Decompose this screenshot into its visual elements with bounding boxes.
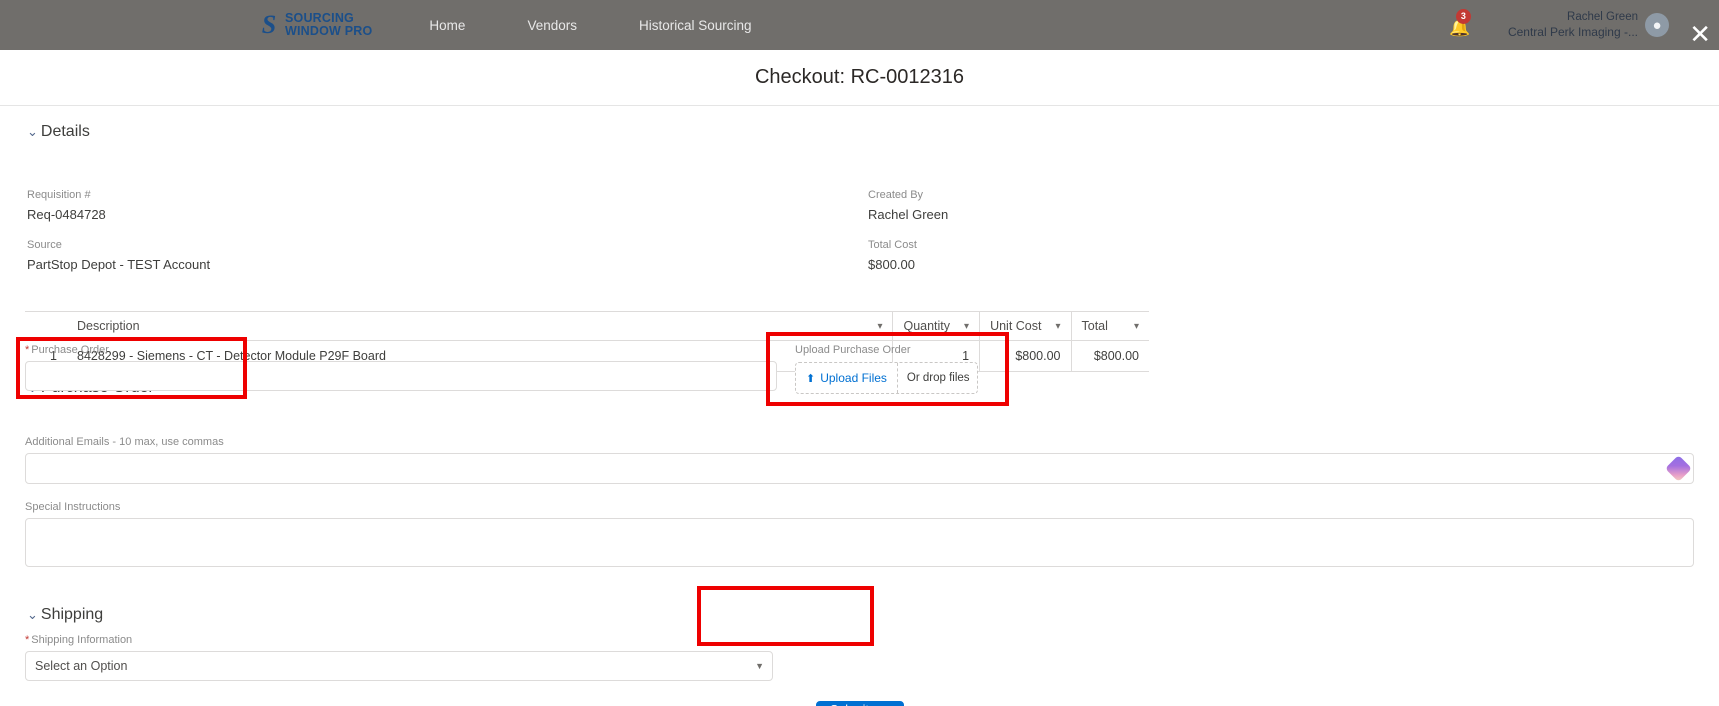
additional-emails-label: Additional Emails - 10 max, use commas [25, 436, 224, 448]
page-title: Checkout: RC-0012316 [754, 66, 964, 88]
brand-wordmark: SOURCING WINDOW PRO [285, 10, 373, 38]
chevron-down-icon[interactable]: ▾ [1134, 321, 1139, 332]
user-name: Rachel Green [1567, 11, 1638, 24]
special-instructions-field: Special Instructions [25, 501, 1694, 567]
nav-right-cluster: 🔔 3 Rachel Green Central Perk Imaging -.… [1446, 0, 1669, 50]
nav-item-historical-sourcing[interactable]: Historical Sourcing [639, 12, 752, 39]
column-quantity-label: Quantity [903, 319, 951, 333]
checkout-content: ⌄ Details Requisition # Req-0484728 Crea… [0, 106, 1719, 706]
user-info: Rachel Green Central Perk Imaging -... [1508, 10, 1638, 39]
checkout-page: S SOURCING WINDOW PRO Home Vendors Histo… [0, 0, 1719, 706]
upload-files-button[interactable]: ⬆ Upload Files [796, 363, 898, 393]
chevron-down-icon[interactable]: ▾ [877, 321, 882, 332]
notification-count-badge: 3 [1455, 9, 1471, 24]
created-by-value: Rachel Green [868, 207, 949, 222]
chevron-down-icon[interactable]: ▾ [1055, 321, 1060, 332]
source-label: Source [27, 239, 62, 251]
column-unit-cost-label: Unit Cost [990, 319, 1042, 333]
column-description[interactable]: Description ▾ [67, 311, 893, 341]
row-unit-cost: $800.00 [979, 340, 1071, 372]
user-organization: Central Perk Imaging -... [1507, 24, 1638, 39]
required-indicator: * [25, 344, 30, 356]
page-title-bar: Checkout: RC-0012316 [0, 50, 1719, 106]
sourcing-window-pro-logo-icon: S [261, 10, 277, 39]
chevron-down-icon: ⌄ [27, 607, 38, 622]
user-avatar-icon: ● [1652, 16, 1662, 34]
additional-emails-field: Additional Emails - 10 max, use commas [25, 436, 1694, 484]
shipping-information-label-text: Shipping Information [31, 634, 133, 646]
shipping-information-label: * Shipping Information [25, 634, 773, 646]
column-quantity[interactable]: Quantity ▾ [892, 311, 980, 341]
purchase-order-label-text: Purchase Order [31, 344, 109, 356]
details-section-label: Details [40, 123, 90, 140]
required-indicator: * [25, 634, 30, 646]
upload-purchase-order-label: Upload Purchase Order [795, 344, 911, 356]
upload-purchase-order-field: Upload Purchase Order ⬆ Upload Files Or … [795, 344, 978, 394]
chevron-down-icon[interactable]: ▾ [964, 321, 969, 332]
column-index [25, 311, 67, 341]
source-field: Source PartStop Depot - TEST Account [27, 239, 210, 272]
nav-item-home[interactable]: Home [429, 12, 465, 39]
user-profile-menu[interactable]: Rachel Green Central Perk Imaging -... ● [1508, 10, 1669, 39]
shipping-information-select[interactable]: Select an Option ▼ [25, 651, 773, 681]
requisition-value: Req-0484728 [27, 207, 106, 222]
special-instructions-label: Special Instructions [25, 501, 121, 513]
avatar[interactable]: ● [1645, 13, 1669, 37]
purchase-order-field: * Purchase Order [25, 344, 777, 391]
special-instructions-textarea[interactable] [25, 518, 1694, 567]
purchase-order-label: * Purchase Order [25, 344, 777, 356]
brand-line-2: WINDOW PRO [285, 24, 373, 38]
source-value: PartStop Depot - TEST Account [27, 257, 211, 272]
row-total: $800.00 [1070, 340, 1149, 372]
submit-my-po-button[interactable]: Submit my PO [815, 701, 904, 706]
file-dropzone[interactable]: ⬆ Upload Files Or drop files [795, 362, 978, 394]
table-header-row: Description ▾ Quantity ▾ Unit Cost ▾ Tot… [25, 311, 1149, 341]
created-by-label: Created By [868, 189, 924, 201]
close-panel-icon[interactable]: ✕ [1689, 22, 1711, 48]
shipping-section-label: Shipping [40, 606, 104, 623]
details-fields: Requisition # Req-0484728 Created By Rac… [0, 161, 1719, 372]
brand-logo[interactable]: S SOURCING WINDOW PRO [257, 10, 373, 39]
column-total[interactable]: Total ▾ [1070, 311, 1149, 341]
total-cost-label: Total Cost [868, 239, 917, 251]
upload-files-label: Upload Files [820, 371, 887, 385]
column-unit-cost[interactable]: Unit Cost ▾ [979, 311, 1071, 341]
column-total-label: Total [1081, 319, 1108, 333]
total-cost-field: Total Cost $800.00 [868, 239, 917, 272]
top-navigation-bar: S SOURCING WINDOW PRO Home Vendors Histo… [0, 0, 1719, 50]
column-description-label: Description [77, 319, 140, 333]
footer-actions: Submit my PO [0, 701, 1719, 706]
upload-icon: ⬆ [806, 372, 816, 385]
nav-item-vendors[interactable]: Vendors [527, 12, 577, 39]
additional-emails-input[interactable] [25, 453, 1694, 484]
total-cost-value: $800.00 [868, 257, 915, 272]
created-by-field: Created By Rachel Green [868, 189, 948, 222]
purchase-order-input[interactable] [25, 361, 777, 391]
brand-line-1: SOURCING [285, 10, 354, 25]
shipping-selected-value[interactable]: Select an Option [25, 651, 773, 681]
shipping-section-header[interactable]: ⌄ Shipping [0, 606, 103, 624]
details-section-header[interactable]: ⌄ Details [0, 123, 1719, 141]
requisition-field: Requisition # Req-0484728 [27, 189, 106, 222]
primary-nav-links: Home Vendors Historical Sourcing [429, 12, 751, 39]
chevron-down-icon: ▼ [755, 661, 764, 671]
shipping-information-field: * Shipping Information Select an Option ▼ [25, 634, 773, 681]
notifications-button[interactable]: 🔔 3 [1446, 9, 1472, 38]
requisition-label: Requisition # [27, 189, 91, 201]
drop-files-hint: Or drop files [906, 372, 970, 384]
chevron-down-icon: ⌄ [27, 124, 38, 139]
